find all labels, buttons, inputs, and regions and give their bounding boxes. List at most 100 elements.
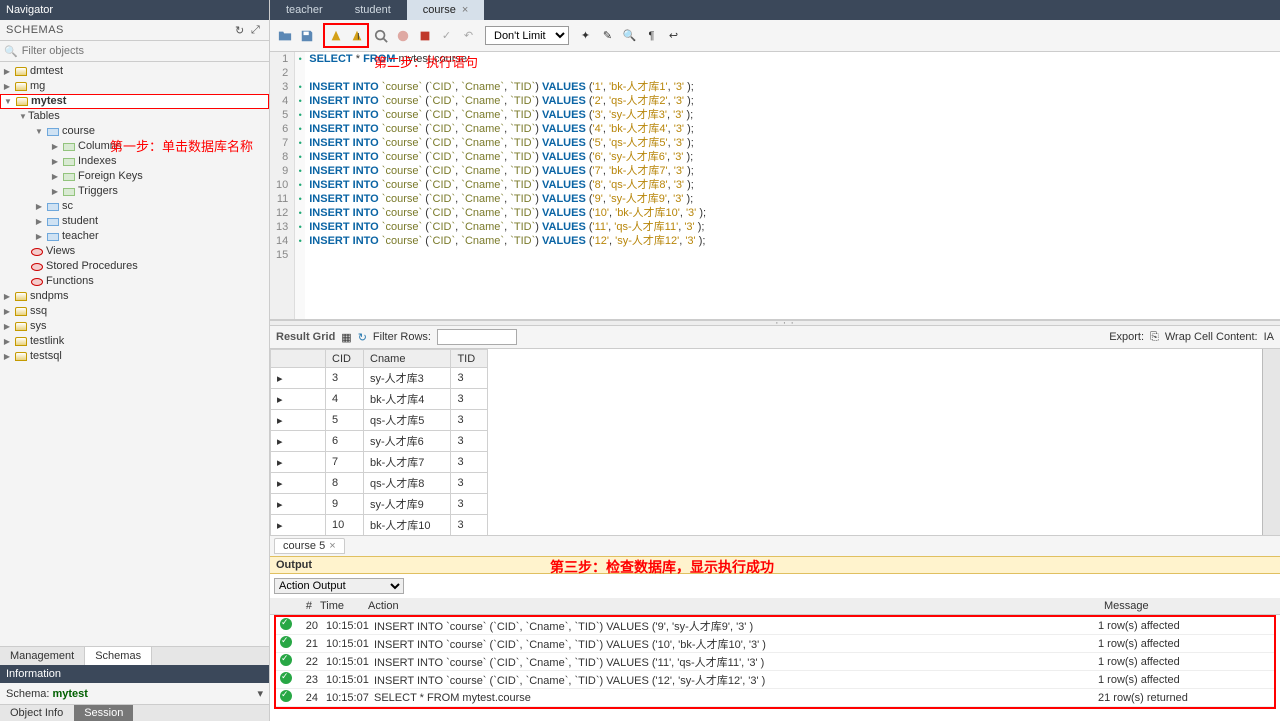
execute-icon[interactable] [325,25,346,46]
save-file-icon[interactable] [296,25,317,46]
indexes-node[interactable]: Indexes [0,154,269,169]
output-header: Output 第三步：检查数据库，显示执行成功 [270,556,1280,574]
schema-item-ssq[interactable]: ssq [0,304,269,319]
expand-schemas-icon[interactable]: ⤢ [251,24,263,36]
functions-node[interactable]: Functions [0,274,269,289]
management-tabs: Management Schemas [0,646,269,665]
schema-tree[interactable]: 第一步：单击数据库名称 dmtest mg mytest Tables cour… [0,62,269,646]
schema-filter[interactable]: 🔍 [0,41,269,62]
success-icon [280,654,292,666]
schema-item-sndpms[interactable]: sndpms [0,289,269,304]
commit-icon[interactable]: ✓ [436,25,457,46]
output-row[interactable]: 2010:15:01 INSERT INTO `course` (`CID`, … [276,617,1274,635]
sql-toolbar: I ✓ ↶ Don't Limit ✦ ✎ 🔍 ¶ ↩ [270,20,1280,52]
result-toolbar: Result Grid ▦ ↻ Filter Rows: Export: ⎘ W… [270,326,1280,349]
schema-value: mytest [52,688,87,700]
output-row[interactable]: 2110:15:01 INSERT INTO `course` (`CID`, … [276,635,1274,653]
export-icon[interactable]: ⎘ [1150,331,1159,344]
output-col-time: Time [316,598,364,614]
annotation-step2: 第二步：执行语句 [374,56,478,70]
limit-selector[interactable]: Don't Limit [485,26,569,45]
success-icon [280,672,292,684]
explain-icon[interactable] [370,25,391,46]
sql-editor[interactable]: 第二步：执行语句 123456789101112131415 •••••••••… [270,52,1280,320]
output-selector-row: Action Output [270,574,1280,598]
output-type-selector[interactable]: Action Output [274,578,404,594]
views-node[interactable]: Views [0,244,269,259]
close-result-icon[interactable]: × [329,540,335,552]
filter-rows-input[interactable] [437,329,517,345]
success-icon [280,690,292,702]
tab-teacher[interactable]: teacher [270,0,339,20]
line-marks: ••••••••••••• [295,52,305,319]
code-area[interactable]: SELECT * FROM mytest.course;INSERT INTO … [305,52,710,319]
information-header: Information [0,665,269,683]
foreignkeys-node[interactable]: Foreign Keys [0,169,269,184]
line-gutter: 123456789101112131415 [270,52,295,319]
tab-student[interactable]: student [339,0,407,20]
schema-item-sys[interactable]: sys [0,319,269,334]
schema-item-mytest[interactable]: mytest [0,94,269,109]
success-icon [280,636,292,648]
wrap-content-icon[interactable]: IA [1264,331,1274,343]
result-tabs: course 5× [270,535,1280,556]
schemas-tab[interactable]: Schemas [85,647,152,665]
output-row[interactable]: 2410:15:07 SELECT * FROM mytest.course21… [276,689,1274,707]
result-grid-label: Result Grid [276,331,335,343]
refresh-result-icon[interactable]: ↻ [358,331,367,344]
wrap-icon[interactable]: ↩ [663,25,684,46]
brush-icon[interactable]: ✎ [597,25,618,46]
close-tab-icon[interactable]: × [462,4,468,16]
find-icon[interactable]: 🔍 [619,25,640,46]
schema-item-dmtest[interactable]: dmtest [0,64,269,79]
open-file-icon[interactable] [274,25,295,46]
output-row[interactable]: 2310:15:01 INSERT INTO `course` (`CID`, … [276,671,1274,689]
schema-info: Schema: mytest ▾ [0,683,269,704]
table-student[interactable]: student [0,214,269,229]
schema-item-testsql[interactable]: testsql [0,349,269,364]
export-label: Export: [1109,331,1144,343]
stop-icon[interactable] [392,25,413,46]
schema-item-mg[interactable]: mg [0,79,269,94]
storedproc-node[interactable]: Stored Procedures [0,259,269,274]
table-teacher[interactable]: teacher [0,229,269,244]
schema-label: Schema: [6,688,49,700]
navigator-title: Navigator [0,0,269,20]
session-tab[interactable]: Session [74,705,133,721]
filter-input[interactable] [18,43,265,59]
main-area: teacher student course× I ✓ ↶ Don't Limi… [270,0,1280,721]
execute-highlight: I [323,23,369,48]
navigator-panel: Navigator SCHEMAS ↻ ⤢ 🔍 第一步：单击数据库名称 dmte… [0,0,270,721]
svg-text:I: I [357,31,360,42]
stop-script-icon[interactable] [414,25,435,46]
output-grid[interactable]: 2010:15:01 INSERT INTO `course` (`CID`, … [274,615,1276,709]
result-tab-course5[interactable]: course 5× [274,538,345,554]
output-columns: # Time Action Message [270,598,1280,615]
tables-node[interactable]: Tables [0,109,269,124]
schema-item-testlink[interactable]: testlink [0,334,269,349]
annotation-step3: 第三步：检查数据库，显示执行成功 [550,557,774,577]
objectinfo-tab[interactable]: Object Info [0,705,73,721]
output-row[interactable]: 2210:15:01 INSERT INTO `course` (`CID`, … [276,653,1274,671]
wrap-label: Wrap Cell Content: [1165,331,1258,343]
filter-rows-label: Filter Rows: [373,331,431,343]
success-icon [280,618,292,630]
management-tab[interactable]: Management [0,647,85,665]
horizontal-splitter[interactable] [270,320,1280,326]
rollback-icon[interactable]: ↶ [458,25,479,46]
footer-tabs: Object Info Session [0,704,269,721]
schema-dropdown-icon[interactable]: ▾ [257,687,263,700]
refresh-schemas-icon[interactable]: ↻ [235,24,247,36]
beautify-icon[interactable]: ✦ [575,25,596,46]
schemas-header: SCHEMAS ↻ ⤢ [0,20,269,41]
tab-course[interactable]: course× [407,0,484,20]
result-grid[interactable]: CIDCnameTID▸3sy-人才库33▸4bk-人才库43▸5qs-人才库5… [270,349,1280,535]
grid-icon[interactable]: ▦ [341,331,351,344]
execute-current-icon[interactable]: I [346,25,367,46]
invisible-icon[interactable]: ¶ [641,25,662,46]
output-col-num: # [288,598,316,614]
result-side-panel[interactable] [1262,349,1280,535]
triggers-node[interactable]: Triggers [0,184,269,199]
table-sc[interactable]: sc [0,199,269,214]
schemas-label: SCHEMAS [6,24,64,36]
